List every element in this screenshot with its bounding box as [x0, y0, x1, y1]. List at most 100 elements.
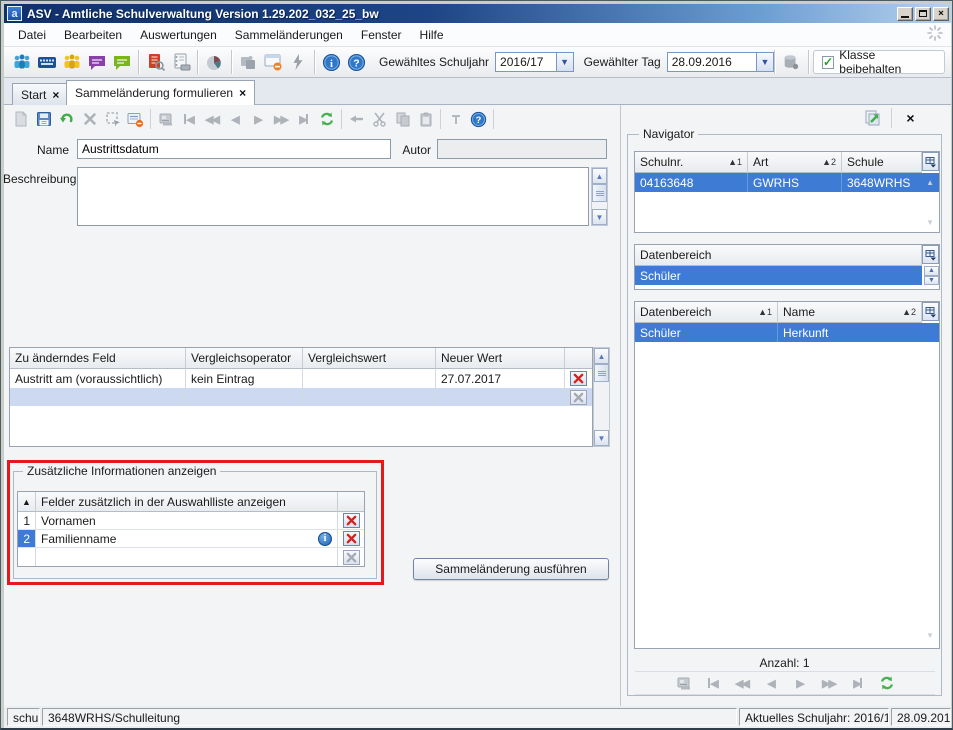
delete-row-button[interactable]: [570, 371, 587, 386]
next-record-button[interactable]: ▶: [246, 108, 269, 130]
menu-datei[interactable]: Datei: [10, 25, 54, 45]
fast-previous-button[interactable]: ◀◀: [730, 672, 753, 694]
keep-class-toggle[interactable]: ✓ Klasse beibehalten: [813, 50, 945, 74]
students-button[interactable]: [10, 49, 35, 75]
menu-bearbeiten[interactable]: Bearbeiten: [56, 25, 130, 45]
scroll-up-icon[interactable]: ▲: [594, 348, 609, 364]
first-record-button[interactable]: ◀: [177, 108, 200, 130]
scroll-down-icon[interactable]: ▼: [594, 430, 609, 446]
close-view-button[interactable]: ×: [899, 107, 922, 129]
school-year-select[interactable]: 2016/17 ▼: [495, 52, 574, 72]
column-header-neuer-wert[interactable]: Neuer Wert: [436, 348, 565, 369]
column-header-wert[interactable]: Vergleichswert: [303, 348, 436, 369]
column-header-fields[interactable]: Felder zusätzlich in der Auswahlliste an…: [36, 492, 338, 512]
form-settings-button[interactable]: [124, 108, 147, 130]
paste-button[interactable]: [414, 108, 437, 130]
title-bar[interactable]: a ASV - Amtliche Schulverwaltung Version…: [4, 4, 951, 23]
tab-start[interactable]: Start ×: [12, 83, 68, 105]
detach-view-button[interactable]: [861, 107, 884, 129]
scroll-thumb[interactable]: [592, 184, 607, 202]
scroll-thumb[interactable]: [594, 364, 609, 382]
last-record-button[interactable]: ▶: [292, 108, 315, 130]
table-row[interactable]: Austritt am (voraussichtlich) kein Eintr…: [10, 369, 592, 388]
tab-close-icon[interactable]: ×: [52, 88, 59, 102]
table-config-button[interactable]: [922, 302, 939, 321]
scroll-down-icon[interactable]: ▼: [926, 218, 934, 227]
tab-sammelaenderung-formulieren[interactable]: Sammeländerung formulieren ×: [66, 80, 255, 105]
scroll-up-icon[interactable]: ▲: [926, 178, 934, 187]
table-row-empty[interactable]: [10, 388, 592, 406]
records-button[interactable]: [154, 108, 177, 130]
scroll-up-icon[interactable]: ▲: [592, 168, 607, 184]
info-icon[interactable]: i: [318, 532, 332, 546]
copy-button[interactable]: [391, 108, 414, 130]
column-header-datenbereich2[interactable]: Datenbereich▲1: [635, 302, 778, 323]
next-record-button[interactable]: ▶: [788, 672, 811, 694]
statistics-button[interactable]: [202, 49, 227, 75]
column-header-schulnr[interactable]: Schulnr.▲1: [635, 152, 748, 173]
additional-row-vornamen[interactable]: 1 Vornamen: [18, 512, 364, 530]
menu-hilfe[interactable]: Hilfe: [412, 25, 452, 45]
previous-record-button[interactable]: ◀: [223, 108, 246, 130]
menu-fenster[interactable]: Fenster: [353, 25, 410, 45]
column-header-feld[interactable]: Zu änderndes Feld: [10, 348, 186, 369]
delete-record-button[interactable]: [78, 108, 101, 130]
scroll-up-icon[interactable]: ▲: [924, 266, 939, 276]
refresh-button[interactable]: [315, 108, 338, 130]
window-remove-button[interactable]: [261, 49, 286, 75]
fast-previous-button[interactable]: ◀◀: [200, 108, 223, 130]
pin-button[interactable]: [444, 108, 467, 130]
column-header-schule[interactable]: Schule: [842, 152, 922, 173]
delete-row-button[interactable]: [343, 531, 360, 546]
help-button[interactable]: ?: [344, 49, 369, 75]
autor-input[interactable]: [437, 139, 607, 159]
info-button[interactable]: i: [319, 49, 344, 75]
fast-next-button[interactable]: ▶▶: [269, 108, 292, 130]
chevron-down-icon[interactable]: ▼: [556, 53, 573, 71]
beschreibung-scrollbar[interactable]: ▲ ▼: [591, 167, 608, 226]
navigator-school-row[interactable]: 04163648 GWRHS 3648WRHS: [635, 173, 939, 192]
sort-asc-icon[interactable]: ▲: [18, 492, 36, 512]
navigator-field-row[interactable]: Schüler Herkunft: [635, 323, 939, 342]
column-header-name[interactable]: Name▲2: [778, 302, 922, 323]
print-lists-button[interactable]: [168, 49, 193, 75]
scroll-down-icon[interactable]: ▼: [592, 209, 607, 225]
database-button[interactable]: [779, 49, 804, 75]
scroll-down-icon[interactable]: ▼: [926, 631, 934, 640]
chevron-down-icon[interactable]: ▼: [756, 53, 773, 71]
close-button[interactable]: ×: [933, 7, 949, 21]
quick-action-button[interactable]: [285, 49, 310, 75]
undo-button[interactable]: [55, 108, 78, 130]
cut-button[interactable]: [368, 108, 391, 130]
table-config-button[interactable]: [922, 245, 939, 264]
scroll-down-icon[interactable]: ▼: [924, 276, 939, 286]
checkbox-checked-icon[interactable]: ✓: [822, 56, 834, 69]
navigator-datenbereich-row[interactable]: Schüler: [635, 266, 922, 285]
courses-button[interactable]: [109, 49, 134, 75]
column-header-operator[interactable]: Vergleichsoperator: [186, 348, 303, 369]
execute-sammelaenderung-button[interactable]: Sammeländerung ausführen: [413, 558, 609, 580]
reports-button[interactable]: [143, 49, 168, 75]
new-record-button[interactable]: [9, 108, 32, 130]
column-header-art[interactable]: Art▲2: [748, 152, 842, 173]
additional-row-familienname[interactable]: 2 Familienname i: [18, 530, 364, 548]
additional-row-empty[interactable]: [18, 548, 364, 566]
minimize-button[interactable]: [897, 7, 913, 21]
table-config-button[interactable]: [922, 152, 939, 171]
last-record-button[interactable]: ▶: [846, 672, 869, 694]
save-button[interactable]: [32, 108, 55, 130]
change-table-scrollbar[interactable]: ▲ ▼: [593, 347, 610, 447]
school-data-button[interactable]: [35, 49, 60, 75]
beschreibung-textarea[interactable]: [77, 167, 589, 226]
menu-auswertungen[interactable]: Auswertungen: [132, 25, 225, 45]
delete-row-button[interactable]: [343, 513, 360, 528]
back-button[interactable]: [345, 108, 368, 130]
classes-button[interactable]: [85, 49, 110, 75]
tab-close-icon[interactable]: ×: [239, 86, 246, 100]
column-header-datenbereich[interactable]: Datenbereich: [635, 245, 922, 266]
previous-record-button[interactable]: ◀: [759, 672, 782, 694]
context-help-button[interactable]: ?: [467, 108, 490, 130]
menu-sammelaenderungen[interactable]: Sammeländerungen: [227, 25, 351, 45]
select-button[interactable]: [101, 108, 124, 130]
day-select[interactable]: 28.09.2016 ▼: [667, 52, 774, 72]
